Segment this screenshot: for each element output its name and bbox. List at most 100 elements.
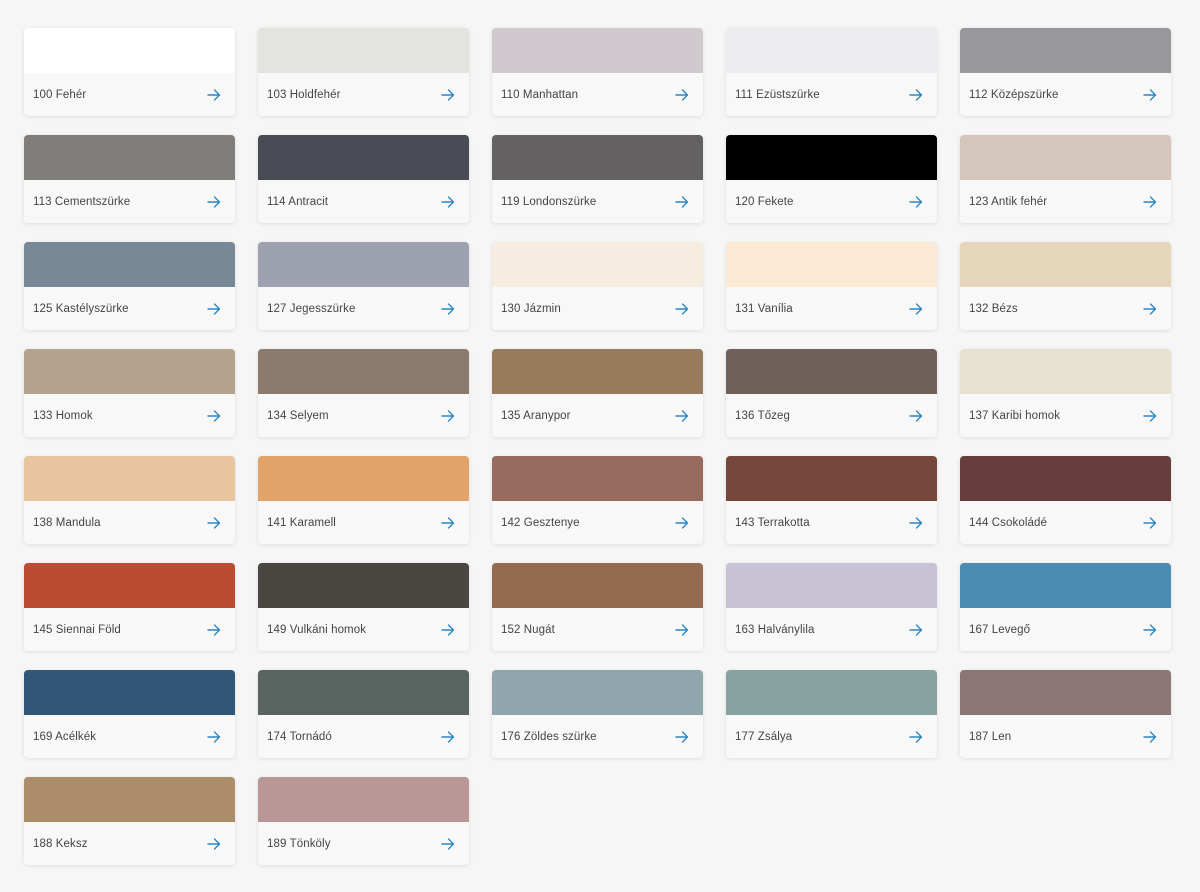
arrow-right-icon[interactable] [207, 623, 221, 636]
color-card[interactable]: 127 Jegesszürke [258, 242, 469, 330]
arrow-right-icon[interactable] [909, 516, 923, 529]
color-card[interactable]: 112 Középszürke [960, 28, 1171, 116]
arrow-right-icon[interactable] [909, 302, 923, 315]
arrow-right-icon[interactable] [675, 409, 689, 422]
color-card[interactable]: 133 Homok [24, 349, 235, 437]
color-card[interactable]: 135 Aranypor [492, 349, 703, 437]
color-label-row: 131 Vanília [726, 287, 937, 330]
color-card[interactable]: 111 Ezüstszürke [726, 28, 937, 116]
arrow-right-icon[interactable] [441, 88, 455, 101]
color-card[interactable]: 163 Halványlila [726, 563, 937, 651]
color-card[interactable]: 176 Zöldes szürke [492, 670, 703, 758]
arrow-right-icon[interactable] [207, 88, 221, 101]
arrow-right-icon[interactable] [675, 302, 689, 315]
color-label-row: 123 Antik fehér [960, 180, 1171, 223]
color-swatch [960, 456, 1171, 501]
color-label-row: 119 Londonszürke [492, 180, 703, 223]
color-label: 141 Karamell [267, 516, 336, 529]
color-swatch [258, 349, 469, 394]
color-card[interactable]: 141 Karamell [258, 456, 469, 544]
color-card[interactable]: 134 Selyem [258, 349, 469, 437]
color-card[interactable]: 132 Bézs [960, 242, 1171, 330]
arrow-right-icon[interactable] [675, 516, 689, 529]
color-swatch [258, 670, 469, 715]
color-grid: 100 Fehér 103 Holdfehér 110 Manhattan 111 E… [24, 28, 1171, 865]
color-label-row: 134 Selyem [258, 394, 469, 437]
arrow-right-icon[interactable] [441, 730, 455, 743]
arrow-right-icon[interactable] [909, 195, 923, 208]
arrow-right-icon[interactable] [1143, 623, 1157, 636]
color-card[interactable]: 113 Cementszürke [24, 135, 235, 223]
color-label-row: 188 Keksz [24, 822, 235, 865]
color-card[interactable]: 114 Antracit [258, 135, 469, 223]
color-card[interactable]: 137 Karibi homok [960, 349, 1171, 437]
color-card[interactable]: 130 Jázmin [492, 242, 703, 330]
color-label: 127 Jegesszürke [267, 302, 356, 315]
arrow-right-icon[interactable] [675, 730, 689, 743]
color-card[interactable]: 169 Acélkék [24, 670, 235, 758]
color-label: 176 Zöldes szürke [501, 730, 597, 743]
color-card[interactable]: 152 Nugát [492, 563, 703, 651]
arrow-right-icon[interactable] [207, 730, 221, 743]
color-card[interactable]: 103 Holdfehér [258, 28, 469, 116]
color-label: 131 Vanília [735, 302, 793, 315]
arrow-right-icon[interactable] [1143, 730, 1157, 743]
color-card[interactable]: 120 Fekete [726, 135, 937, 223]
arrow-right-icon[interactable] [1143, 516, 1157, 529]
color-label: 144 Csokoládé [969, 516, 1048, 529]
color-label-row: 137 Karibi homok [960, 394, 1171, 437]
arrow-right-icon[interactable] [441, 837, 455, 850]
color-swatch [726, 242, 937, 287]
color-card[interactable]: 138 Mandula [24, 456, 235, 544]
color-label: 125 Kastélyszürke [33, 302, 129, 315]
color-card[interactable]: 188 Keksz [24, 777, 235, 865]
arrow-right-icon[interactable] [207, 837, 221, 850]
arrow-right-icon[interactable] [909, 88, 923, 101]
arrow-right-icon[interactable] [207, 409, 221, 422]
color-card[interactable]: 136 Tőzeg [726, 349, 937, 437]
color-card[interactable]: 110 Manhattan [492, 28, 703, 116]
color-label-row: 135 Aranypor [492, 394, 703, 437]
color-card[interactable]: 125 Kastélyszürke [24, 242, 235, 330]
color-card[interactable]: 119 Londonszürke [492, 135, 703, 223]
color-card[interactable]: 177 Zsálya [726, 670, 937, 758]
color-card[interactable]: 123 Antik fehér [960, 135, 1171, 223]
arrow-right-icon[interactable] [675, 623, 689, 636]
color-card[interactable]: 149 Vulkáni homok [258, 563, 469, 651]
color-card[interactable]: 143 Terrakotta [726, 456, 937, 544]
arrow-right-icon[interactable] [909, 623, 923, 636]
color-label-row: 141 Karamell [258, 501, 469, 544]
arrow-right-icon[interactable] [909, 409, 923, 422]
arrow-right-icon[interactable] [207, 302, 221, 315]
arrow-right-icon[interactable] [909, 730, 923, 743]
arrow-right-icon[interactable] [1143, 195, 1157, 208]
color-card[interactable]: 131 Vanília [726, 242, 937, 330]
arrow-right-icon[interactable] [441, 623, 455, 636]
color-swatch [492, 242, 703, 287]
color-card[interactable]: 145 Siennai Föld [24, 563, 235, 651]
arrow-right-icon[interactable] [1143, 88, 1157, 101]
arrow-right-icon[interactable] [441, 302, 455, 315]
color-swatch [24, 135, 235, 180]
color-label: 188 Keksz [33, 837, 88, 850]
arrow-right-icon[interactable] [441, 409, 455, 422]
color-card[interactable]: 189 Tönköly [258, 777, 469, 865]
arrow-right-icon[interactable] [675, 88, 689, 101]
color-swatch [492, 670, 703, 715]
arrow-right-icon[interactable] [441, 516, 455, 529]
color-card[interactable]: 174 Tornádó [258, 670, 469, 758]
arrow-right-icon[interactable] [675, 195, 689, 208]
color-card[interactable]: 187 Len [960, 670, 1171, 758]
color-card[interactable]: 142 Gesztenye [492, 456, 703, 544]
arrow-right-icon[interactable] [207, 195, 221, 208]
color-card[interactable]: 100 Fehér [24, 28, 235, 116]
arrow-right-icon[interactable] [207, 516, 221, 529]
color-card[interactable]: 167 Levegő [960, 563, 1171, 651]
color-label-row: 138 Mandula [24, 501, 235, 544]
arrow-right-icon[interactable] [1143, 409, 1157, 422]
color-card[interactable]: 144 Csokoládé [960, 456, 1171, 544]
color-label-row: 136 Tőzeg [726, 394, 937, 437]
color-label: 123 Antik fehér [969, 195, 1048, 208]
arrow-right-icon[interactable] [441, 195, 455, 208]
arrow-right-icon[interactable] [1143, 302, 1157, 315]
